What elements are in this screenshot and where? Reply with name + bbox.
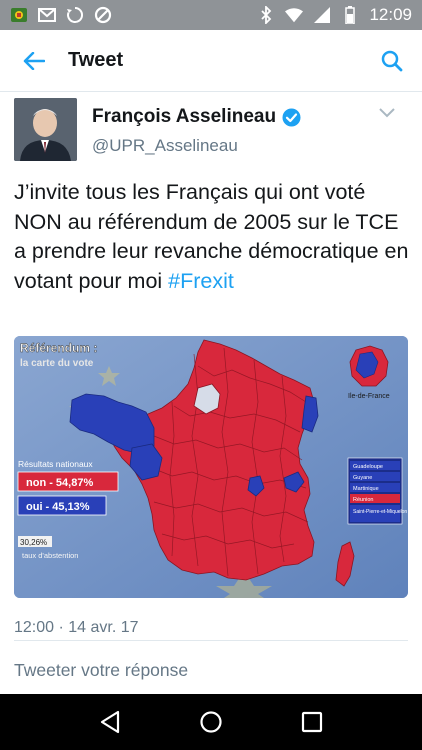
tweet-timestamp: 12:00 · 14 avr. 17 [14,619,139,636]
map-idf-inset [349,345,389,387]
overseas-item-martinique: Martinique [353,486,379,492]
back-arrow-icon [23,51,45,70]
battery-icon [341,6,359,24]
status-time: 12:09 [369,5,412,24]
search-button[interactable] [362,30,422,92]
tweet-text: J’invite tous les Français qui ont voté … [14,178,409,296]
tweet-menu-button[interactable] [378,106,398,122]
nav-home-icon [200,711,222,733]
media-subtitle: la carte du vote [20,358,94,369]
nav-recents-button[interactable] [288,698,336,746]
oui-result-label: oui - 45,13% [26,501,90,513]
abstention-value: 30,26% [20,538,47,547]
status-bar-left [10,6,112,24]
author-handle[interactable]: @UPR_Asselineau [92,136,238,156]
overseas-item-spm: Saint-Pierre-et-Miquelon [353,509,407,515]
verified-badge-icon [282,108,301,126]
tweet-detail: François Asselineau @UPR_Asselineau J’in… [0,92,422,694]
nav-home-button[interactable] [187,698,235,746]
chevron-down-icon [379,108,395,118]
divider [14,640,408,641]
hashtag-link[interactable]: #Frexit [168,269,234,293]
abstention-label: taux d'abstention [22,551,78,560]
reply-placeholder: Tweeter votre réponse [14,659,189,680]
search-icon [381,50,403,71]
author-row: François Asselineau [92,106,301,128]
status-bar: 12:09 [0,0,422,30]
overseas-item-reunion: Réunion [353,497,374,503]
tweet-media-image[interactable]: Ile-de-France Référendum : la carte du v… [14,336,408,598]
sync-icon [66,6,84,24]
nav-back-icon [101,710,120,734]
app-notification-icon [10,6,28,24]
signal-icon [313,6,331,24]
author-name[interactable]: François Asselineau [92,106,276,128]
status-bar-right: 12:09 [257,5,412,25]
overseas-item-guyane: Guyane [353,475,372,481]
system-nav-bar [0,694,422,750]
blocked-icon [94,6,112,24]
back-button[interactable] [0,30,68,92]
media-title: Référendum : [20,341,97,355]
wifi-icon [285,6,304,24]
nav-recents-icon [301,711,322,733]
page-title: Tweet [68,49,124,71]
bluetooth-icon [257,6,275,24]
nav-back-button[interactable] [86,698,134,746]
gmail-icon [38,6,56,24]
results-heading: Résultats nationaux [18,459,93,469]
overseas-legend: Guadeloupe Guyane Martinique Réunion Sai… [347,457,407,525]
overseas-item-guadeloupe: Guadeloupe [353,464,383,470]
non-result-label: non - 54,87% [26,477,93,489]
map-idf-label: Ile-de-France [348,393,390,400]
reply-input[interactable]: Tweeter votre réponse [14,652,408,688]
avatar[interactable] [14,98,77,161]
app-bar: Tweet [0,30,422,92]
